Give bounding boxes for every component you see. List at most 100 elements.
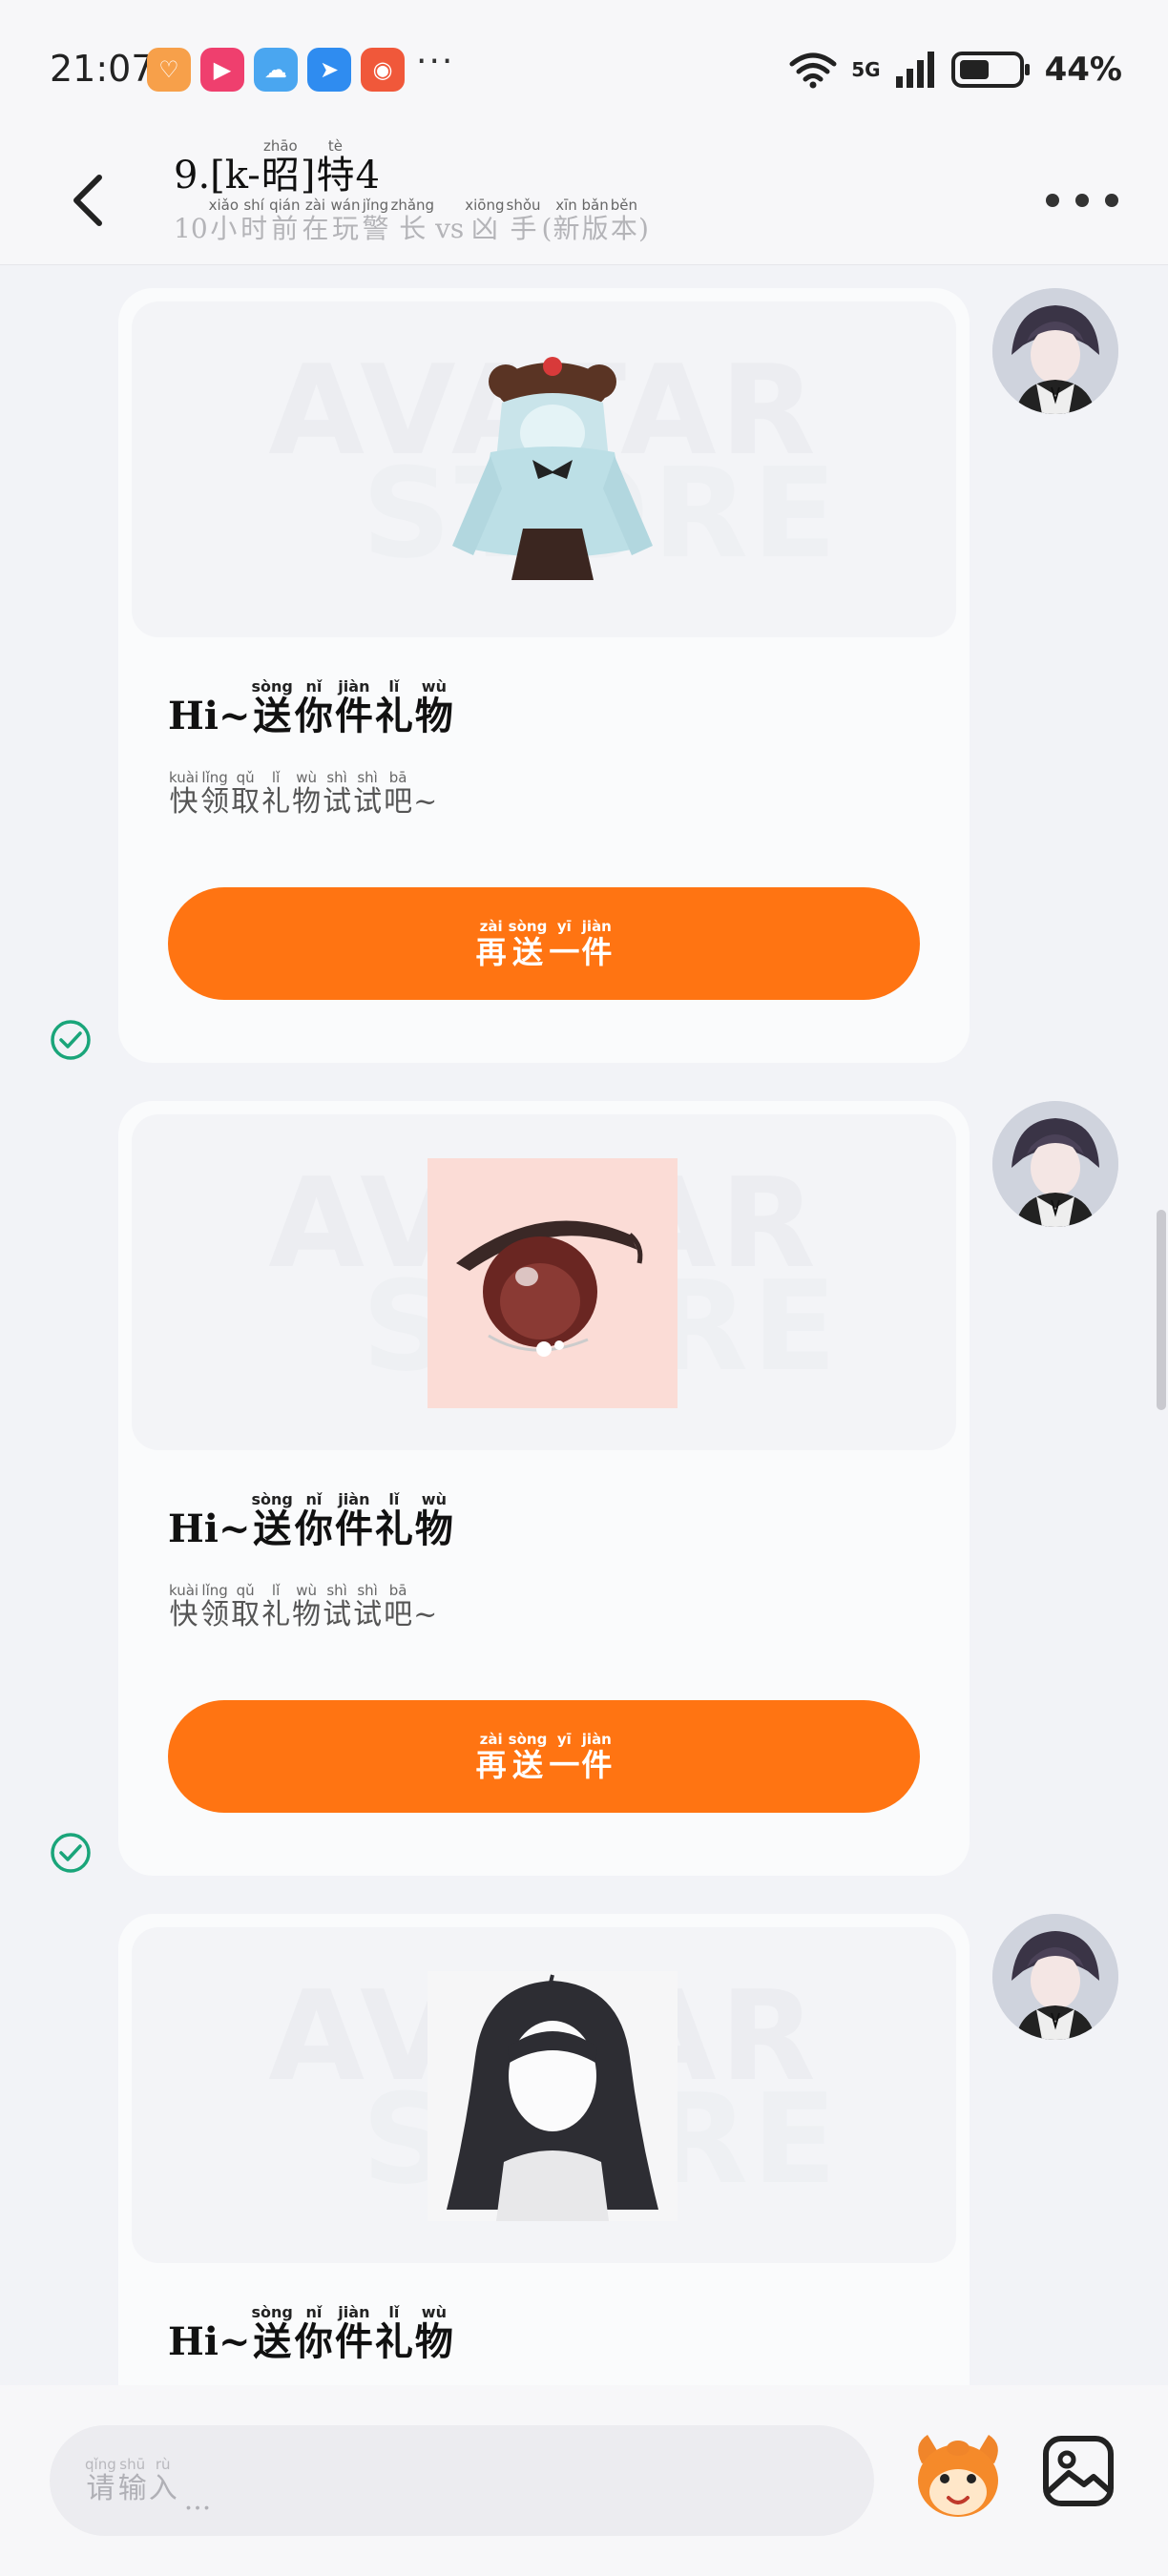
read-check-icon	[51, 1020, 91, 1060]
image-upload-icon[interactable]	[1040, 2433, 1116, 2509]
battery-icon	[950, 52, 1030, 88]
hoodie-outfit-image	[452, 357, 653, 580]
gift-item-image[interactable]: AVATARSTORE	[132, 301, 956, 637]
pinyin-char: rù 入	[148, 2456, 177, 2505]
network-type: 5G	[851, 58, 881, 81]
pinyin-char: qǔ 取	[231, 769, 261, 819]
gift-title: Hi~ sòng 送 nǐ 你 jiàn 件 lǐ 礼 wù 物	[168, 679, 454, 736]
pinyin-char: běn 本	[610, 197, 637, 244]
status-indicators: 5G 44%	[788, 46, 1122, 93]
pinyin-char: wù 物	[292, 1582, 322, 1631]
pinyin-char: shì 试	[323, 1582, 352, 1631]
gift-message-card: AVATARSTORE Hi~sòng送nǐ你jiàn件lǐ礼wù物 kuài快…	[118, 288, 970, 1063]
store-app-icon: ♡	[147, 48, 191, 92]
more-dot-icon	[1105, 194, 1118, 207]
text-segment: ]	[300, 154, 316, 197]
text-segment: ~	[413, 1598, 438, 1631]
gift-item-image[interactable]: AVATARSTORE	[132, 1927, 956, 2263]
text-segment: 9.[k-	[174, 154, 261, 197]
signal-icon	[895, 52, 934, 88]
chat-title: 9.[k-zhāo 昭] tè 特 4	[174, 137, 380, 197]
pinyin-char: zài 再	[475, 1731, 507, 1783]
message-input[interactable]: qǐng 请 shū 输 rù 入 ...	[50, 2425, 874, 2536]
anime-eye-image	[428, 1158, 678, 1408]
pinyin-char: shì 试	[353, 769, 383, 819]
more-options-button[interactable]	[1046, 181, 1118, 219]
avatar[interactable]	[992, 1914, 1118, 2040]
pinyin-char: sòng 送	[508, 1731, 548, 1783]
pinyin-char: yī 一	[549, 1731, 580, 1783]
pinyin-char: tè 特	[316, 137, 355, 197]
battery-percent: 44%	[1044, 51, 1122, 89]
text-segment: (	[541, 213, 553, 244]
text-segment: )	[637, 213, 649, 244]
back-button[interactable]	[59, 162, 116, 239]
pinyin-char: nǐ 你	[294, 2303, 333, 2364]
pinyin-char: sòng 送	[251, 2303, 293, 2364]
pinyin-char: jiàn 件	[581, 1731, 613, 1783]
pinyin-char: qǐng 请	[85, 2456, 116, 2505]
pinyin-char: shǒu 手	[506, 197, 541, 244]
pinyin-char: lǐ 礼	[374, 677, 413, 738]
avatar[interactable]	[992, 288, 1118, 414]
pinyin-char: nǐ 你	[294, 677, 333, 738]
gift-description: kuài 快 lǐng 领 qǔ 取 lǐ 礼 wù 物 shì 试 shì 试 bā 吧 ~	[168, 1584, 437, 1630]
pinyin-char: wù 物	[414, 1490, 453, 1551]
pinyin-char: lǐ 礼	[261, 769, 291, 819]
pinyin-char: sòng 送	[508, 918, 548, 970]
gift-message-card: AVATARSTORE Hi~sòng送nǐ你jiàn件lǐ礼wù物	[118, 1914, 970, 2385]
pinyin-char: qián 前	[269, 197, 301, 244]
long-black-hair-image	[428, 1971, 678, 2221]
pinyin-char: lǐng 领	[200, 1582, 230, 1631]
pinyin-char: shì 试	[323, 769, 352, 819]
pinyin-char: sòng 送	[251, 677, 293, 738]
gift-item-image[interactable]: AVATARSTORE	[132, 1114, 956, 1450]
pinyin-char: jiàn 件	[334, 2303, 373, 2364]
pinyin-char: wù 物	[414, 677, 453, 738]
pinyin-char: bā 吧	[384, 769, 413, 819]
more-dot-icon	[1075, 194, 1089, 207]
pinyin-char: zài 在	[302, 197, 329, 244]
pinyin-char: lǐ 礼	[374, 1490, 413, 1551]
send-another-button[interactable]: zài 再 sòng 送 yī 一 jiàn 件	[168, 887, 920, 1000]
gift-message-card: AVATARSTORE Hi~sòng送nǐ你jiàn件lǐ礼wù物 kuài快…	[118, 1101, 970, 1876]
pinyin-char: bā 吧	[384, 1582, 413, 1631]
more-dot-icon	[1046, 194, 1059, 207]
chevron-left-icon	[73, 175, 102, 226]
gift-title: Hi~ sòng 送 nǐ 你 jiàn 件 lǐ 礼 wù 物	[168, 1492, 454, 1548]
sticker-icon[interactable]	[908, 2425, 1008, 2524]
input-placeholder: qǐng 请 shū 输 rù 入	[84, 2458, 178, 2503]
avatar-image	[992, 288, 1118, 414]
text-segment: vs	[435, 213, 465, 244]
wifi-icon	[789, 52, 837, 89]
pinyin-char: lǐ 礼	[374, 2303, 413, 2364]
gift-title: Hi~ sòng 送 nǐ 你 jiàn 件 lǐ 礼 wù 物	[168, 2305, 454, 2361]
pinyin-char: wán 玩	[330, 197, 361, 244]
pinyin-char: shí 时	[240, 197, 268, 244]
input-bar: qǐng 请 shū 输 rù 入 ...	[0, 2385, 1168, 2576]
pinyin-char: xiōng 凶	[465, 197, 505, 244]
pinyin-char: zhāo 昭	[261, 137, 300, 197]
pinyin-char: lǐ 礼	[261, 1582, 291, 1631]
pinyin-char: kuài 快	[169, 769, 199, 819]
pinyin-char: zhǎng 长	[390, 197, 435, 244]
send-another-button[interactable]: zài 再 sòng 送 yī 一 jiàn 件	[168, 1700, 920, 1813]
pinyin-char: xīn 新	[553, 197, 580, 244]
pinyin-char: jiàn 件	[334, 677, 373, 738]
pinyin-char: shì 试	[353, 1582, 383, 1631]
text-segment: Hi~	[168, 694, 251, 738]
pinyin-char: qǔ 取	[231, 1582, 261, 1631]
pinyin-char: lǐng 领	[200, 769, 230, 819]
text-segment: Hi~	[168, 2319, 251, 2364]
status-more-icon: ···	[416, 42, 455, 81]
pinyin-char: jiàn 件	[334, 1490, 373, 1551]
pinyin-char: shū 输	[117, 2456, 147, 2505]
pinyin-char: jiàn 件	[581, 918, 613, 970]
avatar[interactable]	[992, 1101, 1118, 1227]
read-check-icon	[51, 1833, 91, 1873]
bird-app-icon: ➤	[307, 48, 351, 92]
chat-messages[interactable]: AVATARSTORE Hi~sòng送nǐ你jiàn件lǐ礼wù物 kuài快…	[0, 265, 1168, 2385]
chat-header: 9.[k-zhāo 昭] tè 特 4 10 xiǎo 小 shí 时 qián 前 zài 在 wán 玩…	[0, 134, 1168, 265]
text-segment: Hi~	[168, 1506, 251, 1551]
scrollbar-thumb[interactable]	[1157, 1210, 1166, 1410]
